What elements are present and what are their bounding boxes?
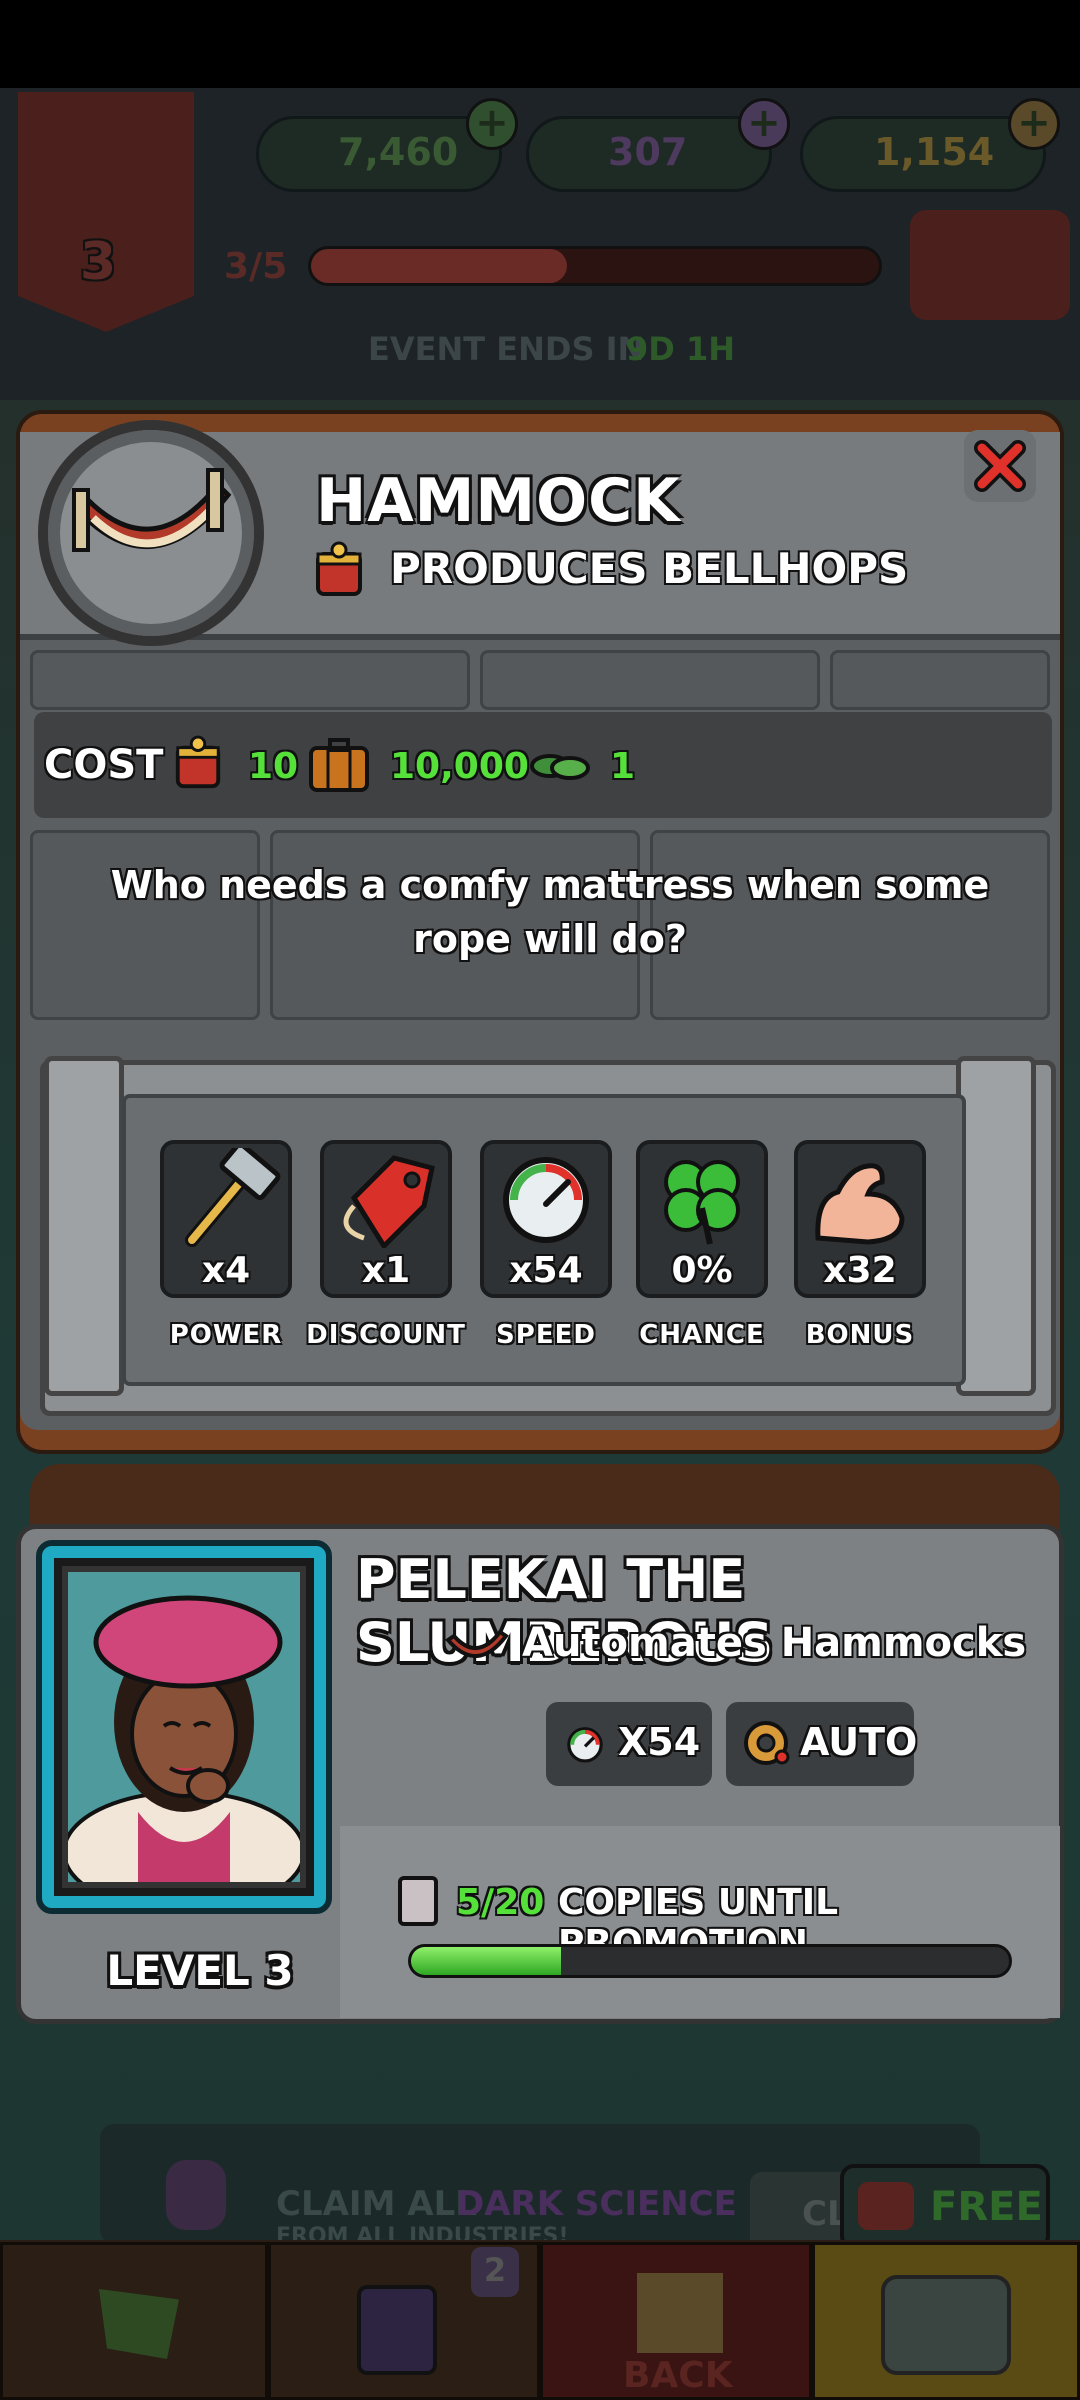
hammer-icon: [185, 1148, 281, 1247]
stone-block: [30, 650, 470, 710]
back-label: BACK: [623, 2355, 733, 2396]
back-hand-icon: [637, 2273, 723, 2353]
level-banner: [18, 92, 194, 332]
brain-icon: [858, 2182, 914, 2230]
stone-block: [830, 650, 1050, 710]
speed-chip-value: X54: [618, 1720, 701, 1764]
stat-bonus-value: x32: [823, 1250, 897, 1291]
cards-badge: 2: [471, 2247, 519, 2297]
close-button[interactable]: [964, 430, 1036, 502]
clover-icon: [664, 1160, 740, 1245]
add-cash-button[interactable]: +: [466, 98, 518, 150]
event-label: EVENT ENDS IN: [368, 330, 645, 368]
price-tag-icon: [343, 1155, 435, 1248]
level-progress-fill: [311, 249, 567, 283]
bellhop-icon: [172, 734, 224, 796]
add-dark-science-button[interactable]: +: [738, 98, 790, 150]
stat-bonus-label: BONUS: [805, 1320, 915, 1350]
level-number: 3: [80, 232, 117, 292]
building-portrait: [38, 420, 264, 646]
stat-power-value: x4: [201, 1250, 251, 1291]
stats-pillar-left: [44, 1056, 124, 1396]
stat-speed-value: x54: [509, 1250, 583, 1291]
gold-value: 1,154: [874, 130, 995, 174]
dark-science-value: 307: [608, 130, 688, 174]
speedometer-icon: [567, 1727, 603, 1763]
gear-icon: [744, 1721, 790, 1765]
claim-text: CLAIM ALL: [276, 2184, 477, 2224]
manager-automates: Automates Hammocks: [522, 1620, 1027, 1666]
stat-speed-label: SPEED: [496, 1320, 596, 1350]
cash-icon: [528, 748, 590, 784]
cost-label: COST: [44, 742, 164, 788]
cost-bellhops: 10: [248, 746, 299, 787]
event-timer: 9D 1H: [626, 330, 736, 368]
free-label: FREE: [930, 2184, 1043, 2230]
cost-suitcases: 10,000: [390, 746, 529, 787]
copies-count: 5/20: [456, 1882, 545, 1923]
close-icon: [974, 440, 1026, 492]
chest-icon: [881, 2275, 1011, 2375]
manager-portrait: [68, 1572, 300, 1882]
tab-map[interactable]: [0, 2242, 268, 2400]
dark-science-icon: [166, 2160, 226, 2230]
bellhop-icon: [312, 540, 366, 604]
stone-block: [480, 650, 820, 710]
stat-discount-label: DISCOUNT: [306, 1320, 466, 1350]
stat-power-label: POWER: [169, 1320, 283, 1350]
cards-icon: [357, 2285, 437, 2375]
promotion-progress-fill: [411, 1947, 561, 1975]
cost-cash: 1: [610, 746, 636, 787]
cash-value: 7,460: [338, 130, 459, 174]
claim-dark-science: DARK SCIENCE: [456, 2184, 737, 2224]
speedometer-icon: [503, 1157, 589, 1243]
hammock-icon: [444, 1624, 510, 1676]
flexed-arm-icon: [815, 1163, 905, 1245]
status-bar: [0, 0, 1080, 88]
add-gold-button[interactable]: +: [1008, 98, 1060, 150]
rewards-icon[interactable]: [910, 210, 1070, 320]
auto-chip-label: AUTO: [800, 1720, 918, 1764]
produces-label: PRODUCES BELLHOPS: [390, 544, 909, 593]
hammock-icon: [72, 468, 232, 552]
flag-icon: [99, 2289, 179, 2359]
card-icon: [398, 1876, 438, 1926]
tab-cards[interactable]: 2: [268, 2242, 540, 2400]
manager-level: LEVEL 3: [106, 1946, 294, 1995]
suitcase-icon: [308, 738, 370, 794]
popup-description: Who needs a comfy mattress when some rop…: [110, 863, 990, 961]
stats-pillar-right: [956, 1056, 1036, 1396]
auto-chip: AUTO: [726, 1702, 918, 1786]
progress-text: 3/5: [224, 246, 288, 287]
tab-back[interactable]: BACK: [540, 2242, 812, 2400]
popup-title: HAMMOCK: [316, 466, 681, 536]
manager-avatar-icon: [68, 1595, 300, 1882]
stat-discount-value: x1: [361, 1250, 411, 1291]
level-progress-bar: [308, 246, 882, 286]
speed-chip: X54: [546, 1702, 712, 1786]
stat-chance-label: CHANCE: [639, 1320, 765, 1350]
tab-chest[interactable]: [812, 2242, 1080, 2400]
promotion-progress-bar: [408, 1944, 1012, 1978]
stat-chance-value: 0%: [671, 1250, 733, 1291]
